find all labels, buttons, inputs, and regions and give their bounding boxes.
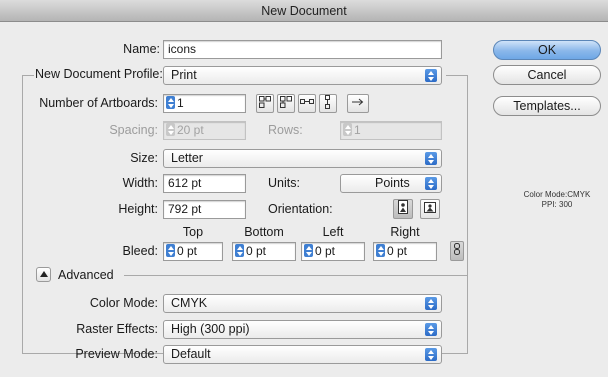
bleed-bottom-value: 0 pt [246, 244, 267, 258]
units-select[interactable]: Points [340, 174, 442, 193]
color-mode-label: Color Mode: [89, 296, 158, 310]
select-arrows-icon [425, 297, 437, 310]
arrange-by-row-icon [300, 99, 314, 104]
arrange-by-column-icon [325, 95, 330, 109]
stepper-icon[interactable] [376, 244, 385, 257]
disclosure-triangle-icon [39, 271, 48, 277]
document-info: Color Mode:CMYK PPI: 300 [514, 190, 600, 210]
preview-mode-label: Preview Mode: [75, 347, 158, 361]
select-arrows-icon [425, 323, 437, 336]
profile-label: New Document Profile: [35, 67, 163, 81]
name-field[interactable]: icons [163, 40, 442, 59]
spacing-field: 20 pt [163, 121, 246, 140]
units-label: Units: [268, 176, 300, 190]
bleed-link-button[interactable] [450, 241, 464, 261]
select-arrows-icon [425, 177, 437, 190]
profile-select-value: Print [171, 68, 197, 82]
stepper-icon[interactable] [235, 244, 244, 257]
profile-group-border [22, 75, 23, 353]
width-field[interactable]: 612 pt [163, 174, 246, 193]
bleed-left-header: Left [322, 225, 344, 239]
info-ppi: PPI: 300 [541, 200, 573, 209]
raster-effects-select-value: High (300 ppi) [171, 322, 250, 336]
profile-group-border [467, 75, 468, 353]
preview-mode-select[interactable]: Default [163, 345, 442, 364]
bleed-top-header: Top [182, 225, 204, 239]
ok-button[interactable]: OK [493, 40, 601, 60]
stepper-icon [343, 123, 352, 136]
grid-by-column-button[interactable] [277, 94, 295, 113]
width-label: Width: [122, 176, 158, 190]
right-arrow-icon [352, 98, 364, 106]
bleed-bottom-field[interactable]: 0 pt [232, 242, 296, 261]
artboards-value: 1 [177, 96, 184, 110]
size-select[interactable]: Letter [163, 149, 442, 168]
portrait-orientation-button[interactable] [393, 199, 413, 219]
grid-by-row-button[interactable] [256, 94, 274, 113]
window-title: New Document [0, 0, 608, 22]
grid-by-column-icon [280, 96, 292, 108]
bleed-top-field[interactable]: 0 pt [163, 242, 223, 261]
bleed-label: Bleed: [122, 244, 158, 258]
stepper-icon [166, 123, 175, 136]
artboards-field[interactable]: 1 [163, 94, 246, 113]
select-arrows-icon [425, 348, 437, 361]
spacing-label: Spacing: [109, 123, 158, 137]
profile-group-border [22, 75, 34, 76]
stepper-icon[interactable] [304, 244, 313, 257]
height-field[interactable]: 792 pt [163, 200, 246, 219]
profile-group-border [446, 75, 468, 76]
select-arrows-icon [425, 152, 437, 165]
new-document-dialog: Name: icons New Document Profile: Print … [0, 22, 608, 377]
portrait-orientation-icon [398, 200, 408, 214]
raster-effects-select[interactable]: High (300 ppi) [163, 320, 442, 339]
size-label: Size: [130, 151, 158, 165]
stepper-icon[interactable] [166, 244, 175, 257]
bleed-top-value: 0 pt [177, 244, 198, 258]
name-label: Name: [123, 42, 160, 56]
bleed-left-value: 0 pt [315, 244, 336, 258]
landscape-orientation-icon [424, 202, 436, 213]
bleed-right-header: Right [390, 225, 420, 239]
bleed-left-field[interactable]: 0 pt [301, 242, 365, 261]
artboards-label: Number of Artboards: [39, 96, 158, 110]
bleed-right-field[interactable]: 0 pt [373, 242, 437, 261]
color-mode-select-value: CMYK [171, 296, 208, 310]
arrange-by-column-button[interactable] [319, 94, 337, 113]
rows-label: Rows: [268, 123, 303, 137]
advanced-label: Advanced [58, 268, 114, 282]
templates-button[interactable]: Templates... [493, 96, 601, 116]
advanced-toggle[interactable] [36, 267, 51, 282]
cancel-button[interactable]: Cancel [493, 65, 601, 85]
landscape-orientation-button[interactable] [420, 199, 440, 219]
select-arrows-icon [425, 69, 437, 82]
size-select-value: Letter [171, 151, 203, 165]
color-mode-select[interactable]: CMYK [163, 294, 442, 313]
profile-select[interactable]: Print [163, 66, 442, 85]
preview-mode-select-value: Default [171, 347, 211, 361]
grid-by-row-icon [259, 96, 271, 108]
orientation-label: Orientation: [268, 202, 333, 216]
rows-value: 1 [354, 123, 361, 137]
bleed-right-value: 0 pt [387, 244, 408, 258]
bleed-bottom-header: Bottom [244, 225, 284, 239]
chain-link-icon [454, 243, 460, 255]
layout-direction-button[interactable] [347, 94, 369, 113]
spacing-value: 20 pt [177, 123, 204, 137]
height-label: Height: [118, 202, 158, 216]
advanced-divider [124, 275, 467, 276]
units-select-value: Points [375, 176, 410, 190]
arrange-by-row-button[interactable] [298, 94, 316, 113]
rows-field: 1 [340, 121, 442, 140]
raster-effects-label: Raster Effects: [76, 322, 158, 336]
info-color-mode: Color Mode:CMYK [523, 190, 591, 199]
stepper-icon[interactable] [166, 96, 175, 109]
